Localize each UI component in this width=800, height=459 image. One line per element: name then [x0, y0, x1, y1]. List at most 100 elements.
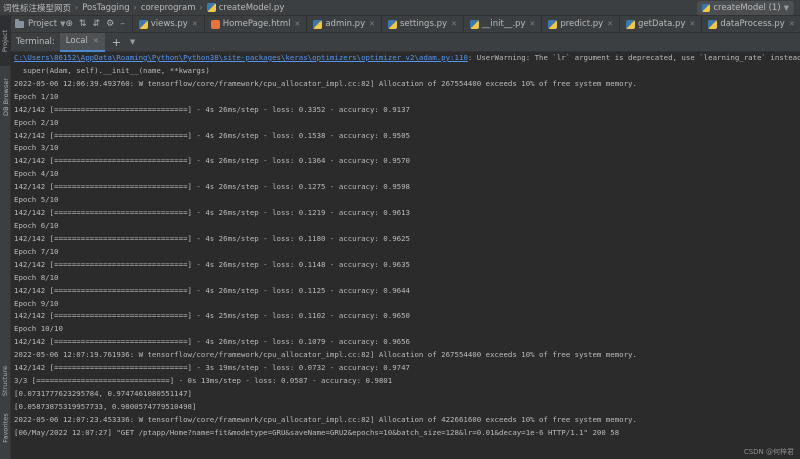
terminal-line: 2022-05-06 12:07:19.761936: W tensorflow… [14, 350, 637, 360]
breadcrumb-file-label: createModel.py [218, 2, 285, 13]
folder-icon [15, 18, 24, 28]
terminal-line: Epoch 4/10 [14, 169, 59, 179]
chevron-down-icon[interactable]: ▼ [130, 38, 135, 46]
tab-label: predict.py [560, 19, 604, 29]
tab-label: views.py [150, 19, 188, 29]
tab-dataprocess-py[interactable]: dataProcess.py ✕ [702, 16, 800, 33]
terminal-line: 142/142 [==============================]… [14, 130, 411, 140]
python-file-icon [138, 19, 148, 29]
project-view-label: Project [28, 19, 58, 29]
terminal-line: 142/142 [==============================]… [14, 182, 411, 192]
close-icon[interactable]: ✕ [607, 20, 613, 28]
tool-window-project-label: Project [1, 29, 10, 53]
terminal-session-tab[interactable]: Local ✕ [59, 32, 105, 52]
python-file-icon [313, 19, 323, 29]
terminal-line: Epoch 1/10 [14, 91, 59, 101]
terminal-line: 142/142 [==============================]… [14, 104, 411, 114]
expand-icon[interactable]: ⇵ [93, 19, 101, 29]
editor-tabs-bar: Project ▼ ⊕ ⇅ ⇵ ⚙ – views.py ✕ HomePage.h… [11, 15, 800, 33]
python-file-icon [469, 19, 479, 29]
terminal-line: 142/142 [==============================]… [14, 259, 411, 269]
tab-admin-py[interactable]: admin.py ✕ [307, 15, 382, 33]
terminal-line: 142/142 [==============================]… [14, 208, 411, 218]
tool-window-favorites-label: Favorites [1, 413, 10, 443]
terminal-line: Epoch 7/10 [14, 246, 59, 256]
terminal-line: Epoch 8/10 [14, 272, 59, 282]
run-configuration-selector[interactable]: createModel (1) ▼ [697, 1, 794, 15]
tool-window-project[interactable]: Project [0, 16, 11, 66]
terminal-line: 142/142 [==============================]… [14, 285, 411, 295]
close-icon[interactable]: ✕ [369, 20, 375, 28]
breadcrumb-coreprogram[interactable]: coreprogram [138, 3, 199, 13]
close-icon[interactable]: ✕ [192, 20, 198, 28]
terminal-line: Epoch 10/10 [14, 324, 63, 334]
terminal-line: 142/142 [==============================]… [14, 337, 411, 347]
terminal-line: Epoch 5/10 [14, 195, 59, 205]
terminal-output[interactable]: C:\Users\86152\AppData\Roaming\Python\Py… [11, 52, 800, 459]
tool-window-structure-label: Structure [1, 365, 10, 397]
tab-predict-py[interactable]: predict.py ✕ [542, 15, 621, 33]
tab-homepage-html[interactable]: HomePage.html ✕ [205, 15, 308, 33]
terminal-line: [0.05873875319957733, 0.9800574779510498… [14, 401, 197, 411]
gear-icon[interactable]: ⚙ [106, 19, 114, 29]
breadcrumb-file[interactable]: createModel.py [204, 3, 288, 13]
terminal-line: Epoch 3/10 [14, 143, 59, 153]
terminal-line: 142/142 [==============================]… [14, 156, 411, 166]
breadcrumb-postagging-label: PosTagging [82, 2, 130, 13]
terminal-title: Terminal: [16, 37, 55, 47]
tab-settings-py[interactable]: settings.py ✕ [382, 15, 464, 33]
chevron-down-icon: ▼ [783, 4, 789, 12]
tab-label: admin.py [325, 19, 366, 29]
breadcrumb-root[interactable]: 词性标注模型网页 [0, 2, 74, 14]
tab-label: HomePage.html [222, 19, 291, 29]
terminal-lines: super(Adam, self).__init__(name, **kwarg… [14, 65, 800, 440]
file-link[interactable]: C:\Users\86152\AppData\Roaming\Python\Py… [14, 53, 468, 62]
terminal-line: 142/142 [==============================]… [14, 363, 411, 373]
terminal-session-label: Local [65, 36, 88, 46]
tab-getdata-py[interactable]: getData.py ✕ [620, 15, 703, 33]
tool-window-db-browser[interactable]: DB Browser [0, 74, 11, 120]
navigation-bar: 词性标注模型网页 › PosTagging › coreprogram › cr… [0, 0, 800, 16]
terminal-line: 3/3 [==============================] - 0… [14, 376, 393, 386]
close-icon[interactable]: ✕ [789, 20, 795, 28]
collapse-icon[interactable]: ⇅ [79, 19, 87, 29]
tab-label: getData.py [638, 19, 686, 29]
minimize-icon[interactable]: – [120, 19, 125, 29]
tool-window-favorites[interactable]: Favorites [0, 408, 11, 448]
left-tool-stripe: Project DB Browser Structure Favorites [0, 16, 11, 459]
tab-init-py[interactable]: __init__.py ✕ [464, 15, 543, 33]
tab-label: settings.py [399, 19, 448, 29]
close-icon[interactable]: ✕ [689, 20, 695, 28]
terminal-line-warning: C:\Users\86152\AppData\Roaming\Python\Py… [14, 52, 800, 65]
terminal-line: 2022-05-06 12:07:23.453336: W tensorflow… [14, 414, 637, 424]
terminal-line: super(Adam, self).__init__(name, **kwarg… [14, 65, 210, 75]
warning-text: : UserWarning: The `lr` argument is depr… [467, 53, 800, 62]
terminal-line: Epoch 2/10 [14, 117, 59, 127]
terminal-line: 142/142 [==============================]… [14, 233, 411, 243]
terminal-line: Epoch 6/10 [14, 220, 59, 230]
close-icon[interactable]: ✕ [451, 20, 457, 28]
close-icon[interactable]: ✕ [294, 20, 300, 28]
add-terminal-icon[interactable]: + [112, 36, 121, 49]
tool-window-structure[interactable]: Structure [0, 361, 11, 401]
python-file-icon [387, 19, 397, 29]
breadcrumb-root-label: 词性标注模型网页 [3, 3, 72, 14]
terminal-line: 2022-05-06 12:06:39.493760: W tensorflow… [14, 78, 637, 88]
target-icon[interactable]: ⊕ [65, 19, 73, 29]
python-file-icon [206, 3, 216, 12]
tab-views-py[interactable]: views.py ✕ [133, 15, 205, 33]
close-icon[interactable]: ✕ [93, 37, 99, 45]
terminal-line: [06/May/2022 12:07:27] "GET /ptapp/Home?… [14, 427, 620, 437]
python-file-icon [626, 19, 636, 29]
tab-label: dataProcess.py [720, 19, 785, 29]
tab-label: __init__.py [481, 19, 526, 29]
html-file-icon [210, 19, 220, 29]
python-file-icon [702, 4, 711, 12]
project-toolbar: ⊕ ⇅ ⇵ ⚙ – [65, 19, 127, 29]
breadcrumb-coreprogram-label: coreprogram [140, 2, 196, 13]
close-icon[interactable]: ✕ [529, 20, 535, 28]
breadcrumb-postagging[interactable]: PosTagging [79, 3, 132, 13]
tool-window-db-browser-label: DB Browser [1, 78, 10, 116]
python-file-icon [548, 19, 558, 29]
project-view-selector[interactable]: Project ▼ ⊕ ⇅ ⇵ ⚙ – [11, 15, 133, 33]
